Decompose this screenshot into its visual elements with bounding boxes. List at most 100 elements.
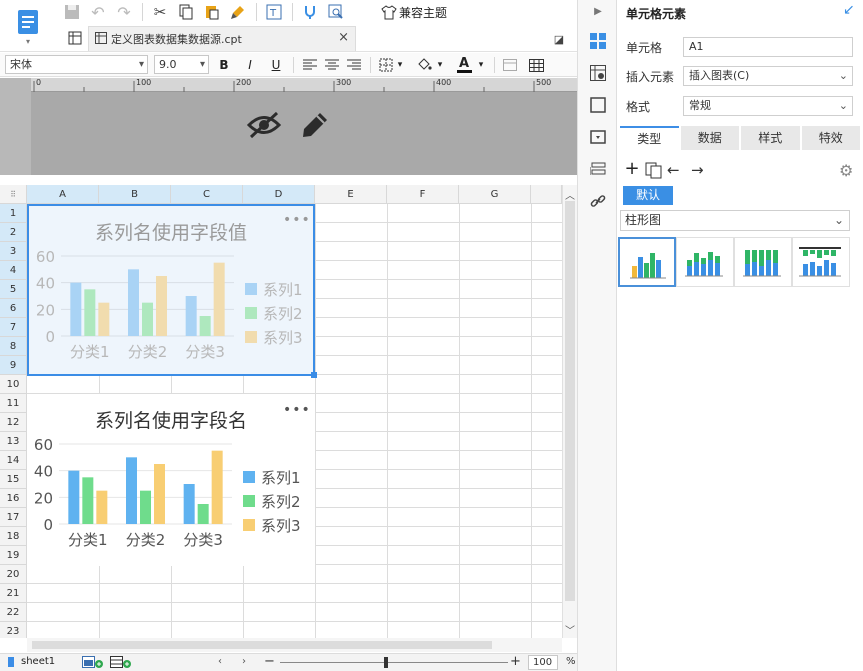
collapse-arrow-icon[interactable]: ▶ xyxy=(590,2,606,20)
scroll-thumb[interactable] xyxy=(32,641,492,649)
spreadsheet-grid[interactable]: ⠿ A B C D E F G 1 2 3 4 5 6 7 8 9 10 11 12 13 14 15 16 1… xyxy=(0,185,562,638)
chevron-down-icon[interactable]: ▾ xyxy=(475,56,487,74)
scroll-thumb[interactable] xyxy=(565,201,575,601)
row-header[interactable]: 4 xyxy=(0,261,27,280)
close-icon[interactable]: × xyxy=(338,30,349,45)
zoom-in-icon[interactable]: + xyxy=(510,654,521,669)
row-header[interactable]: 21 xyxy=(0,584,27,603)
file-tab[interactable]: 定义图表数据集数据源.cpt × xyxy=(88,26,356,51)
font-family-select[interactable]: 宋体 ▾ xyxy=(5,55,148,74)
row-header[interactable]: 14 xyxy=(0,451,27,470)
row-header[interactable]: 2 xyxy=(0,223,27,242)
next-sheet-icon[interactable]: › xyxy=(242,656,246,667)
tab-data[interactable]: 数据 xyxy=(680,126,739,150)
chevron-down-icon[interactable]: ▾ xyxy=(434,56,446,74)
row-header[interactable]: 17 xyxy=(0,508,27,527)
row-header[interactable]: 22 xyxy=(0,603,27,622)
align-right-icon[interactable] xyxy=(344,56,364,74)
chart-thumbnail-percent-stacked[interactable] xyxy=(792,237,850,287)
tab-type[interactable]: 类型 xyxy=(620,126,679,150)
merge-cells-icon[interactable] xyxy=(500,56,520,74)
zoom-out-icon[interactable]: − xyxy=(264,654,275,669)
panel-toggle-icon[interactable]: ◪ xyxy=(550,30,568,48)
align-center-icon[interactable] xyxy=(322,56,342,74)
hide-eye-icon[interactable] xyxy=(246,108,282,142)
cell-input[interactable]: A1 xyxy=(683,37,853,57)
grid-icon[interactable] xyxy=(66,29,84,47)
chart-type-select[interactable]: 柱形图 ⌄ xyxy=(620,210,850,231)
row-header[interactable]: 1 xyxy=(0,204,27,223)
chart-thumbnail-stacked[interactable] xyxy=(676,237,734,287)
row-header[interactable]: 16 xyxy=(0,489,27,508)
paste-icon[interactable] xyxy=(202,2,222,22)
gear-icon[interactable]: ⚙ xyxy=(839,161,853,180)
theme-shirt-icon[interactable] xyxy=(380,2,398,22)
arrow-right-icon[interactable]: → xyxy=(691,161,704,179)
row-header[interactable]: 23 xyxy=(0,622,27,638)
row-header[interactable]: 9 xyxy=(0,356,27,375)
zoom-input[interactable]: 100 xyxy=(528,655,558,670)
border-icon[interactable] xyxy=(376,56,396,74)
row-header[interactable]: 10 xyxy=(0,375,27,394)
column-header[interactable]: C xyxy=(171,185,243,204)
dropdown-chevron-icon[interactable]: ▾ xyxy=(22,36,34,46)
add-sheet-icon[interactable] xyxy=(82,656,104,671)
chart-2[interactable]: 0 20 40 60 分类1 分类2 分类3 系列1 系列2 系列3 系列名使用字段名 ••• xyxy=(27,394,315,566)
font-color-icon[interactable]: A xyxy=(454,56,474,74)
widget-icon[interactable] xyxy=(588,95,608,115)
row-header[interactable]: 13 xyxy=(0,432,27,451)
copy-icon[interactable] xyxy=(645,162,662,182)
undo-icon[interactable]: ↶ xyxy=(88,2,108,22)
zoom-slider-thumb[interactable] xyxy=(384,657,388,668)
horizontal-scrollbar[interactable] xyxy=(27,638,562,652)
row-header[interactable]: 6 xyxy=(0,299,27,318)
tab-style[interactable]: 样式 xyxy=(741,126,800,150)
preview-search-icon[interactable] xyxy=(326,2,346,22)
add-icon[interactable]: + xyxy=(623,160,641,179)
resize-handle[interactable] xyxy=(311,372,317,378)
align-left-icon[interactable] xyxy=(300,56,320,74)
row-header[interactable]: 8 xyxy=(0,337,27,356)
row-header[interactable]: 19 xyxy=(0,546,27,565)
redo-icon[interactable]: ↷ xyxy=(114,2,134,22)
row-header[interactable]: 18 xyxy=(0,527,27,546)
save-icon[interactable] xyxy=(62,2,82,22)
column-header[interactable]: G xyxy=(459,185,531,204)
bold-icon[interactable]: B xyxy=(214,56,234,74)
add-report-icon[interactable] xyxy=(110,656,132,671)
cell-element-icon[interactable] xyxy=(588,31,608,51)
copy-icon[interactable] xyxy=(176,2,196,22)
column-header[interactable] xyxy=(531,185,562,204)
row-header[interactable]: 11 xyxy=(0,394,27,413)
column-header[interactable]: B xyxy=(99,185,171,204)
stack-icon[interactable] xyxy=(588,159,608,179)
italic-icon[interactable]: I xyxy=(240,56,260,74)
corner-cell[interactable]: ⠿ xyxy=(0,185,27,204)
chart-thumbnail-percent[interactable] xyxy=(734,237,792,287)
theme-button[interactable]: 兼容主题 xyxy=(399,4,447,21)
arrow-left-icon[interactable]: ← xyxy=(667,161,680,179)
table-icon[interactable] xyxy=(526,56,546,74)
underline-icon[interactable]: U xyxy=(266,56,286,74)
condition-icon[interactable] xyxy=(588,127,608,147)
row-header[interactable]: 12 xyxy=(0,413,27,432)
zoom-slider-track[interactable] xyxy=(280,662,508,663)
tab-effect[interactable]: 特效 xyxy=(801,126,860,150)
chart-thumbnail-clustered[interactable] xyxy=(618,237,676,287)
chart-1[interactable]: 0 20 40 60 分类1 分类2 分类3 系列1 系列2 系列3 系列名使用字段值 ••• xyxy=(27,204,315,376)
column-header[interactable]: A xyxy=(27,185,99,204)
edit-pencil-icon[interactable] xyxy=(298,108,332,142)
column-header[interactable]: D xyxy=(243,185,315,204)
expand-arrow-icon[interactable]: ↙ xyxy=(843,2,855,18)
row-header[interactable]: 5 xyxy=(0,280,27,299)
cut-icon[interactable]: ✂ xyxy=(150,2,170,22)
column-header[interactable]: E xyxy=(315,185,387,204)
scroll-down-icon[interactable]: ﹀ xyxy=(565,622,575,637)
row-header[interactable]: 3 xyxy=(0,242,27,261)
chevron-down-icon[interactable]: ▾ xyxy=(394,56,406,74)
more-dots-icon[interactable]: ••• xyxy=(283,402,311,418)
insert-element-select[interactable]: 插入图表(C) ⌄ xyxy=(683,66,853,86)
sheet-tab[interactable]: sheet1 xyxy=(21,656,55,667)
font-size-select[interactable]: 9.0 ▾ xyxy=(154,55,209,74)
row-header[interactable]: 20 xyxy=(0,565,27,584)
